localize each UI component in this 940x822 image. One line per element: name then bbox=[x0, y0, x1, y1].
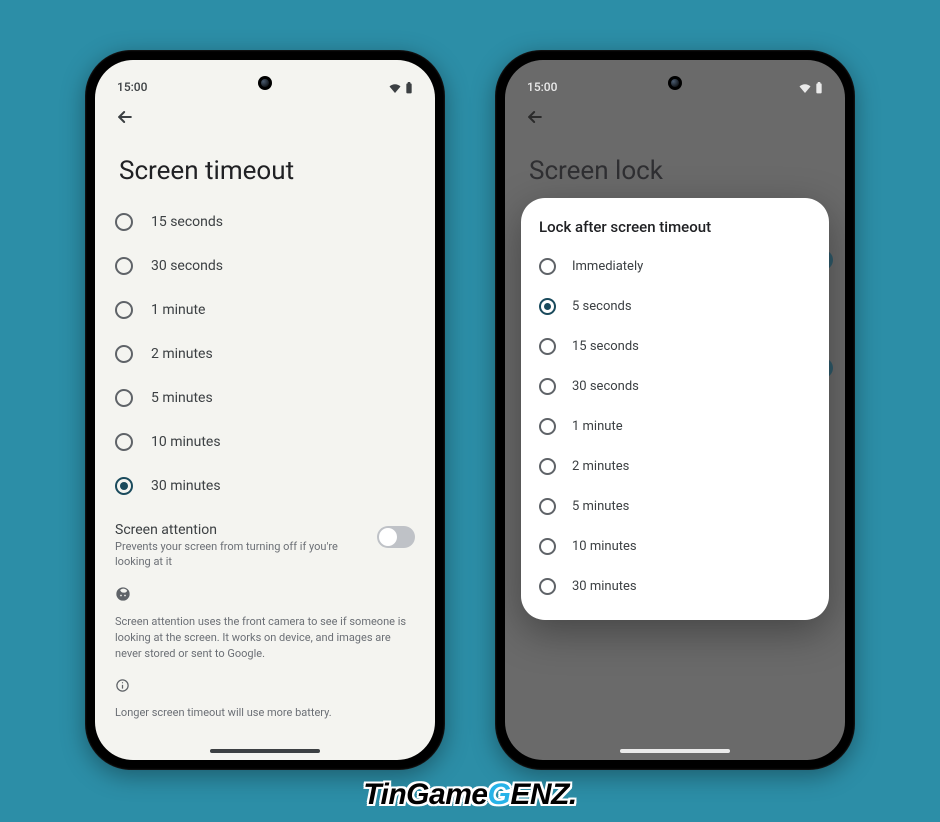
camera-hole-icon bbox=[258, 76, 272, 90]
radio-icon bbox=[115, 257, 133, 275]
lock-timeout-option[interactable]: 2 minutes bbox=[539, 446, 811, 486]
app-bar bbox=[95, 96, 435, 138]
lock-timeout-option[interactable]: Immediately bbox=[539, 246, 811, 286]
lock-timeout-option-label: Immediately bbox=[572, 259, 643, 274]
radio-icon bbox=[115, 345, 133, 363]
lock-timeout-option-label: 2 minutes bbox=[572, 459, 629, 474]
switch-thumb-icon bbox=[379, 528, 397, 546]
radio-icon bbox=[115, 433, 133, 451]
battery-icon bbox=[405, 82, 413, 94]
battery-info-text: Longer screen timeout will use more batt… bbox=[115, 705, 415, 721]
screen-attention-title: Screen attention bbox=[115, 522, 367, 538]
timeout-option-label: 10 minutes bbox=[151, 434, 221, 450]
phone-right: 15:00 Screen lock Lock bbox=[495, 50, 855, 770]
radio-icon bbox=[115, 477, 133, 495]
lock-timeout-option-label: 30 minutes bbox=[572, 579, 637, 594]
timeout-option-label: 5 minutes bbox=[151, 390, 213, 406]
timeout-option-label: 30 seconds bbox=[151, 258, 223, 274]
screen-attention-text: Screen attention Prevents your screen fr… bbox=[115, 522, 367, 570]
lock-timeout-option-label: 5 seconds bbox=[572, 299, 632, 314]
arrow-back-icon bbox=[115, 107, 135, 127]
radio-icon bbox=[539, 378, 556, 395]
phone-left: 15:00 Screen timeout 15 seconds 30 second… bbox=[85, 50, 445, 770]
lock-timeout-option[interactable]: 30 seconds bbox=[539, 366, 811, 406]
screen-attention-subtitle: Prevents your screen from turning off if… bbox=[115, 540, 367, 570]
status-time: 15:00 bbox=[117, 80, 147, 94]
lock-timeout-option-label: 1 minute bbox=[572, 419, 623, 434]
lock-after-timeout-dialog: Lock after screen timeout Immediately 5 s… bbox=[521, 198, 829, 620]
watermark-accent: G bbox=[488, 778, 511, 811]
radio-icon bbox=[539, 538, 556, 555]
screen-attention-toggle-row[interactable]: Screen attention Prevents your screen fr… bbox=[115, 522, 415, 570]
attention-info-text: Screen attention uses the front camera t… bbox=[115, 614, 415, 662]
radio-icon bbox=[539, 298, 556, 315]
lock-timeout-option-label: 15 seconds bbox=[572, 339, 639, 354]
timeout-option[interactable]: 15 seconds bbox=[115, 200, 415, 244]
timeout-option[interactable]: 5 minutes bbox=[115, 376, 415, 420]
timeout-option[interactable]: 2 minutes bbox=[115, 332, 415, 376]
radio-icon bbox=[115, 213, 133, 231]
lock-timeout-option-label: 5 minutes bbox=[572, 499, 629, 514]
gesture-bar[interactable] bbox=[210, 749, 320, 753]
lock-timeout-option[interactable]: 5 seconds bbox=[539, 286, 811, 326]
phones-row: 15:00 Screen timeout 15 seconds 30 second… bbox=[0, 0, 940, 770]
screen-left: 15:00 Screen timeout 15 seconds 30 second… bbox=[95, 60, 435, 760]
watermark: TinGameGENZ. bbox=[363, 778, 577, 812]
lock-timeout-option[interactable]: 30 minutes bbox=[539, 566, 811, 606]
screen-attention-section: Screen attention Prevents your screen fr… bbox=[95, 508, 435, 570]
timeout-option[interactable]: 10 minutes bbox=[115, 420, 415, 464]
page-title: Screen timeout bbox=[95, 138, 435, 200]
radio-icon bbox=[115, 389, 133, 407]
timeout-option-label: 15 seconds bbox=[151, 214, 223, 230]
status-icons bbox=[389, 82, 413, 94]
radio-icon bbox=[115, 301, 133, 319]
back-button[interactable] bbox=[109, 101, 141, 133]
radio-icon bbox=[539, 418, 556, 435]
watermark-part1: TinGame bbox=[363, 778, 487, 811]
lock-timeout-option[interactable]: 1 minute bbox=[539, 406, 811, 446]
battery-info-block: Longer screen timeout will use more batt… bbox=[95, 662, 435, 721]
timeout-option-label: 2 minutes bbox=[151, 346, 213, 362]
radio-icon bbox=[539, 578, 556, 595]
face-icon bbox=[115, 586, 415, 606]
radio-icon bbox=[539, 338, 556, 355]
watermark-part2: ENZ bbox=[510, 778, 569, 811]
screen-attention-switch[interactable] bbox=[377, 526, 415, 548]
lock-timeout-option-label: 10 minutes bbox=[572, 539, 637, 554]
radio-icon bbox=[539, 458, 556, 475]
radio-icon bbox=[539, 258, 556, 275]
dialog-title: Lock after screen timeout bbox=[539, 218, 811, 236]
timeout-option[interactable]: 30 seconds bbox=[115, 244, 415, 288]
lock-timeout-option-label: 30 seconds bbox=[572, 379, 639, 394]
camera-hole-icon bbox=[668, 76, 682, 90]
info-icon bbox=[115, 678, 415, 697]
timeout-option[interactable]: 30 minutes bbox=[115, 464, 415, 508]
watermark-dot: . bbox=[569, 778, 577, 811]
lock-timeout-option[interactable]: 15 seconds bbox=[539, 326, 811, 366]
timeout-option[interactable]: 1 minute bbox=[115, 288, 415, 332]
lock-timeout-options-list: Immediately 5 seconds 15 seconds 30 seconds… bbox=[539, 246, 811, 606]
radio-icon bbox=[539, 498, 556, 515]
timeout-option-label: 30 minutes bbox=[151, 478, 221, 494]
timeout-options-list: 15 seconds 30 seconds 1 minute 2 minutes 5 m… bbox=[95, 200, 435, 508]
gesture-bar[interactable] bbox=[620, 749, 730, 753]
timeout-option-label: 1 minute bbox=[151, 302, 205, 318]
wifi-icon bbox=[389, 83, 401, 93]
attention-info-block: Screen attention uses the front camera t… bbox=[95, 570, 435, 662]
lock-timeout-option[interactable]: 10 minutes bbox=[539, 526, 811, 566]
screen-right: 15:00 Screen lock Lock bbox=[505, 60, 845, 760]
lock-timeout-option[interactable]: 5 minutes bbox=[539, 486, 811, 526]
stage: 15:00 Screen timeout 15 seconds 30 second… bbox=[0, 0, 940, 822]
